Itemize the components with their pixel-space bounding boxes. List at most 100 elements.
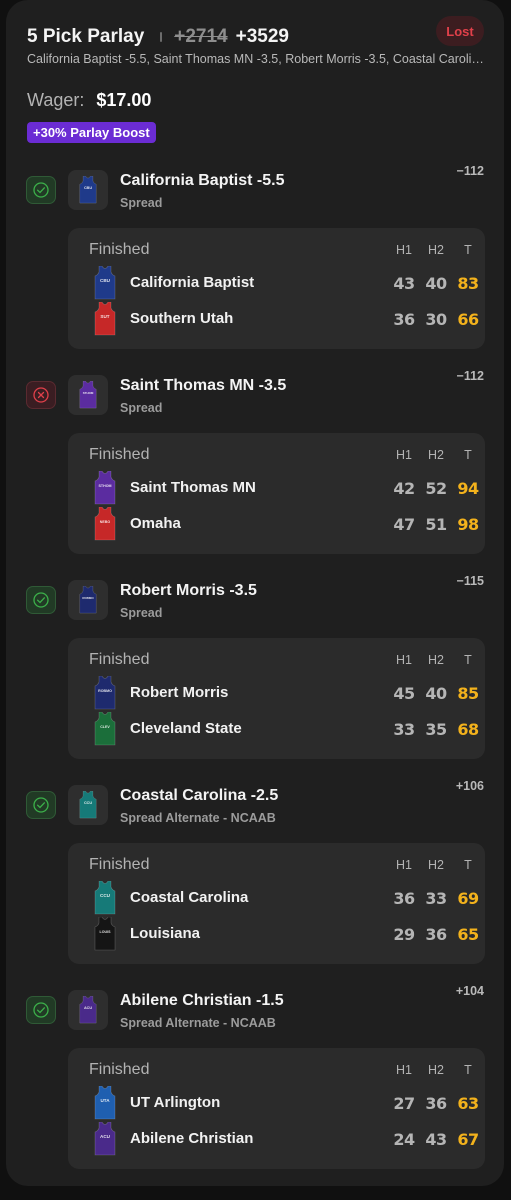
leg-status bbox=[26, 381, 56, 409]
team-row: ACU Abilene Christian 24 43 67 bbox=[68, 1121, 485, 1156]
team-name: Southern Utah bbox=[130, 310, 234, 327]
column-header-t: T bbox=[464, 448, 472, 462]
game-scoreboard[interactable]: Finished H1 H2 T CCU Coastal Carolina 36 33 69 LO… bbox=[68, 843, 485, 964]
score-t: 83 bbox=[457, 274, 479, 293]
column-header-h1: H1 bbox=[396, 448, 412, 462]
score-h2: 52 bbox=[425, 479, 447, 498]
svg-text:CBU: CBU bbox=[84, 186, 92, 190]
column-header-t: T bbox=[464, 858, 472, 872]
score-h2: 51 bbox=[425, 515, 447, 534]
score-h2: 36 bbox=[425, 925, 447, 944]
leg-title: Saint Thomas MN -3.5 bbox=[120, 377, 287, 394]
header-divider bbox=[160, 32, 163, 42]
wager-amount: $17.00 bbox=[96, 90, 152, 110]
svg-text:NEBO: NEBO bbox=[100, 520, 111, 524]
column-header-h2: H2 bbox=[428, 653, 444, 667]
leg-market: Spread Alternate - NCAAB bbox=[120, 811, 276, 825]
jersey-icon: ACU bbox=[94, 1121, 116, 1156]
score-h2: 40 bbox=[425, 274, 447, 293]
team-jersey: CBU bbox=[94, 265, 116, 300]
svg-text:ACU: ACU bbox=[100, 1134, 111, 1139]
x-circle-icon bbox=[33, 387, 49, 403]
jersey-icon: UTA bbox=[94, 1085, 116, 1120]
score-h1: 27 bbox=[393, 1094, 415, 1113]
column-header-t: T bbox=[464, 243, 472, 257]
leg-item[interactable]: CBU California Baptist -5.5 Spread −112 Fini… bbox=[6, 164, 504, 350]
leg-team-logo: CCU bbox=[68, 785, 108, 825]
team-jersey: SUT bbox=[94, 301, 116, 336]
jersey-icon: CLEV bbox=[94, 711, 116, 746]
jersey-icon: CBU bbox=[94, 265, 116, 300]
team-name: California Baptist bbox=[130, 274, 255, 291]
svg-text:STHOM: STHOM bbox=[83, 391, 94, 395]
parlay-title: 5 Pick Parlay bbox=[27, 26, 145, 47]
jersey-icon: SUT bbox=[94, 301, 116, 336]
leg-item[interactable]: ACU Abilene Christian -1.5 Spread Alternat… bbox=[6, 984, 504, 1170]
team-row: NEBO Omaha 47 51 98 bbox=[68, 506, 485, 541]
check-circle-icon bbox=[33, 592, 49, 608]
leg-odds: −112 bbox=[456, 369, 484, 383]
score-t: 68 bbox=[457, 720, 479, 739]
column-header-h1: H1 bbox=[396, 1063, 412, 1077]
score-t: 66 bbox=[457, 310, 479, 329]
leg-status bbox=[26, 996, 56, 1024]
game-scoreboard[interactable]: Finished H1 H2 T CBU California Baptist 43 40 83… bbox=[68, 228, 485, 349]
leg-item[interactable]: ROBMO Robert Morris -3.5 Spread −115 Finishe… bbox=[6, 574, 504, 760]
column-header-t: T bbox=[464, 653, 472, 667]
game-status: Finished bbox=[89, 241, 150, 258]
leg-item[interactable]: STHOM Saint Thomas MN -3.5 Spread −112 Finis… bbox=[6, 369, 504, 555]
svg-text:CCU: CCU bbox=[100, 893, 111, 898]
team-row: ROBMO Robert Morris 45 40 85 bbox=[68, 675, 485, 710]
leg-team-logo: STHOM bbox=[68, 375, 108, 415]
team-row: CBU California Baptist 43 40 83 bbox=[68, 265, 485, 300]
team-name: Saint Thomas MN bbox=[130, 479, 256, 496]
jersey-icon: CCU bbox=[79, 791, 97, 819]
svg-text:SUT: SUT bbox=[100, 314, 109, 319]
leg-odds: +104 bbox=[455, 984, 484, 998]
team-jersey: NEBO bbox=[94, 506, 116, 541]
svg-text:CLEV: CLEV bbox=[100, 725, 110, 729]
game-scoreboard[interactable]: Finished H1 H2 T STHOM Saint Thomas MN 42 52 94 N… bbox=[68, 433, 485, 554]
leg-market: Spread bbox=[120, 401, 163, 415]
jersey-icon: ROBMO bbox=[94, 675, 116, 710]
score-h1: 24 bbox=[393, 1130, 415, 1149]
score-t: 94 bbox=[457, 479, 479, 498]
team-jersey: ROBMO bbox=[94, 675, 116, 710]
team-name: Abilene Christian bbox=[130, 1130, 254, 1147]
jersey-icon: ROBMO bbox=[79, 586, 97, 614]
team-jersey: CLEV bbox=[94, 711, 116, 746]
team-row: SUT Southern Utah 36 30 66 bbox=[68, 301, 485, 336]
leg-title: California Baptist -5.5 bbox=[120, 172, 285, 189]
game-scoreboard[interactable]: Finished H1 H2 T UTA UT Arlington 27 36 63 ACU Abi… bbox=[68, 1048, 485, 1169]
jersey-icon: ACU bbox=[79, 996, 97, 1024]
game-scoreboard[interactable]: Finished H1 H2 T ROBMO Robert Morris 45 40 85 CLE… bbox=[68, 638, 485, 759]
jersey-icon: NEBO bbox=[94, 506, 116, 541]
team-name: Cleveland State bbox=[130, 720, 242, 737]
jersey-icon: CCU bbox=[94, 880, 116, 915]
jersey-icon: STHOM bbox=[94, 470, 116, 505]
team-name: Omaha bbox=[130, 515, 181, 532]
column-header-h1: H1 bbox=[396, 243, 412, 257]
wager-label: Wager: bbox=[27, 90, 85, 110]
game-status: Finished bbox=[89, 1061, 150, 1078]
score-h1: 36 bbox=[393, 310, 415, 329]
game-status: Finished bbox=[89, 446, 150, 463]
score-h2: 33 bbox=[425, 889, 447, 908]
leg-item[interactable]: CCU Coastal Carolina -2.5 Spread Alternate… bbox=[6, 779, 504, 965]
svg-text:ROBMO: ROBMO bbox=[98, 689, 112, 693]
team-row: UTA UT Arlington 27 36 63 bbox=[68, 1085, 485, 1120]
team-row: CLEV Cleveland State 33 35 68 bbox=[68, 711, 485, 746]
team-jersey: CCU bbox=[94, 880, 116, 915]
score-t: 85 bbox=[457, 684, 479, 703]
score-h1: 42 bbox=[393, 479, 415, 498]
score-h1: 29 bbox=[393, 925, 415, 944]
parlay-card[interactable]: 5 Pick Parlay +2714 +3529 Lost Californi… bbox=[6, 0, 504, 1186]
column-header-h2: H2 bbox=[428, 858, 444, 872]
team-jersey: LOUIS bbox=[94, 916, 116, 951]
score-h2: 43 bbox=[425, 1130, 447, 1149]
wager-row: Wager: $17.00 bbox=[27, 90, 151, 111]
team-name: UT Arlington bbox=[130, 1094, 221, 1111]
bet-status-badge: Lost bbox=[436, 16, 484, 46]
score-h2: 40 bbox=[425, 684, 447, 703]
leg-status bbox=[26, 586, 56, 614]
